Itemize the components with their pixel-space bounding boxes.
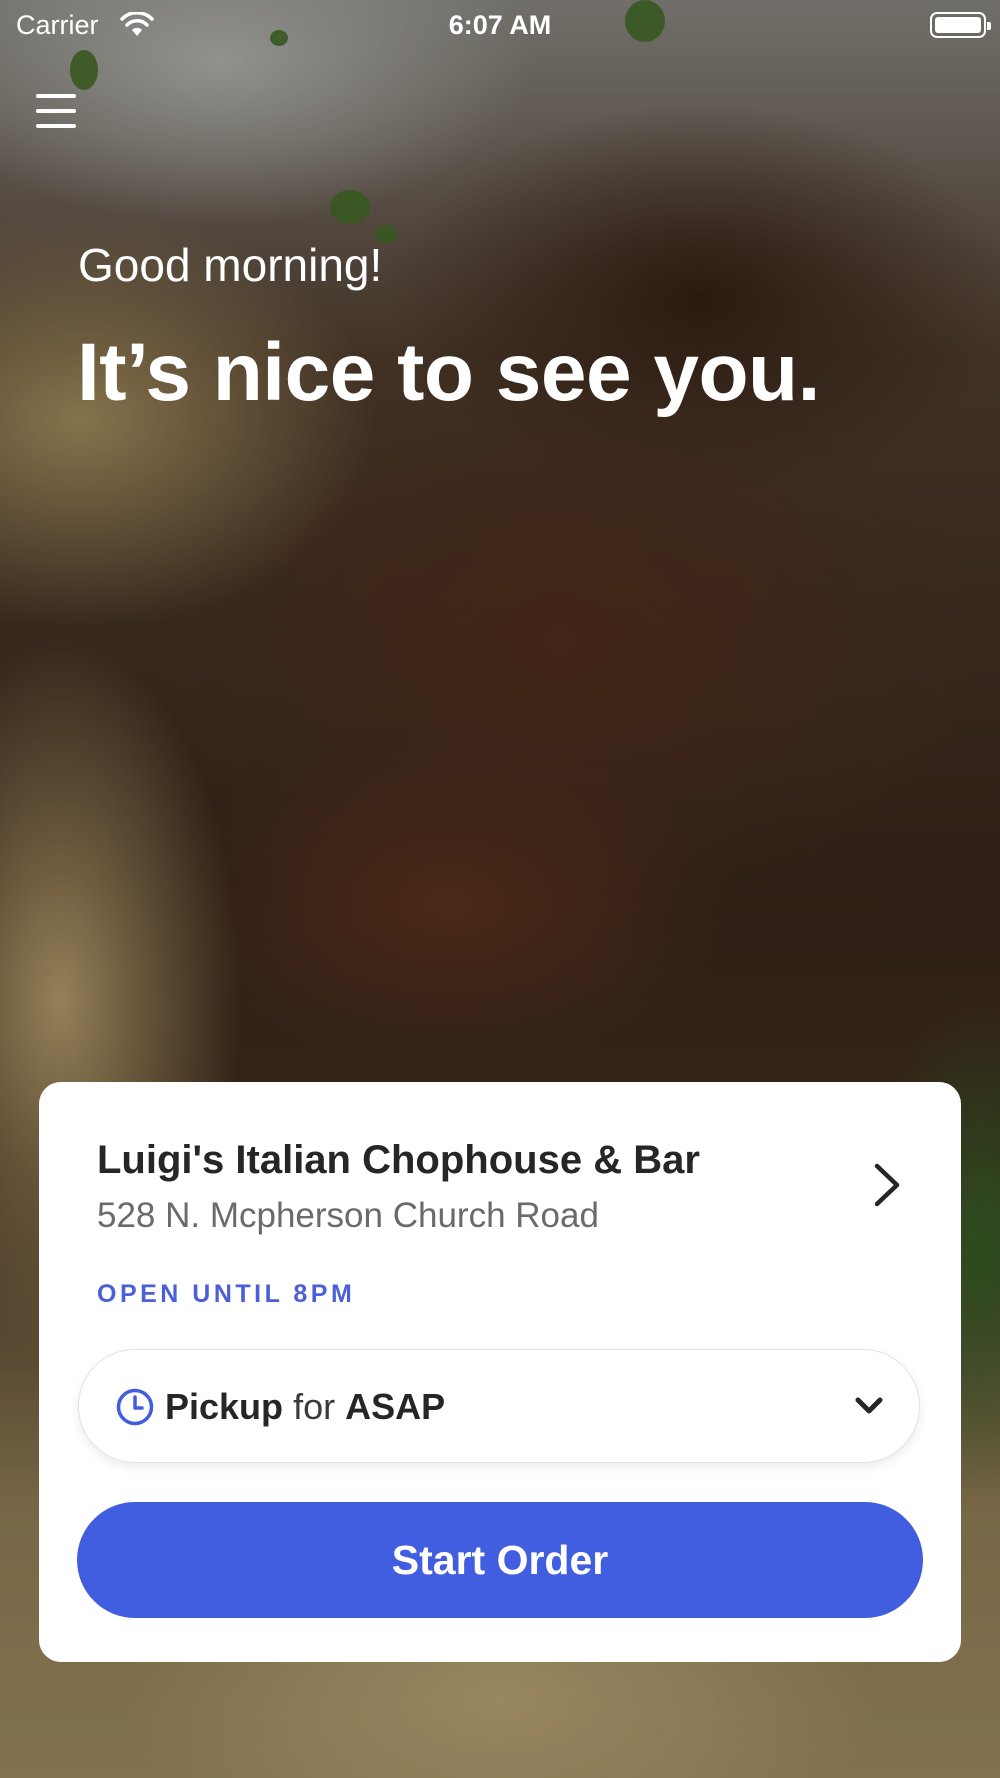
location-card: Luigi's Italian Chophouse & Bar 528 N. M… bbox=[39, 1082, 961, 1662]
order-mode-text: Pickup for ASAP bbox=[165, 1386, 445, 1428]
greeting-headline: It’s nice to see you. bbox=[77, 327, 820, 418]
order-mode-connector: for bbox=[293, 1386, 336, 1427]
hours-label: OPEN UNTIL 8PM bbox=[97, 1280, 356, 1308]
location-row[interactable]: Luigi's Italian Chophouse & Bar 528 N. M… bbox=[97, 1138, 917, 1248]
greeting-subtitle: Good morning! bbox=[78, 239, 383, 291]
status-time: 6:07 AM bbox=[448, 10, 552, 40]
location-name: Luigi's Italian Chophouse & Bar bbox=[97, 1138, 700, 1182]
clock-icon bbox=[116, 1388, 154, 1426]
chevron-down-icon bbox=[855, 1397, 883, 1414]
hamburger-menu-icon[interactable] bbox=[36, 92, 78, 132]
start-order-button[interactable]: Start Order bbox=[77, 1502, 923, 1618]
battery-icon bbox=[930, 12, 991, 38]
status-bar: Carrier 6:07 AM bbox=[0, 0, 1000, 50]
chevron-right-icon bbox=[874, 1163, 900, 1207]
order-mode-selector[interactable]: Pickup for ASAP bbox=[78, 1349, 920, 1463]
order-mode-label: Pickup bbox=[165, 1386, 284, 1427]
order-time-label: ASAP bbox=[345, 1386, 446, 1427]
location-address: 528 N. Mcpherson Church Road bbox=[97, 1196, 599, 1235]
